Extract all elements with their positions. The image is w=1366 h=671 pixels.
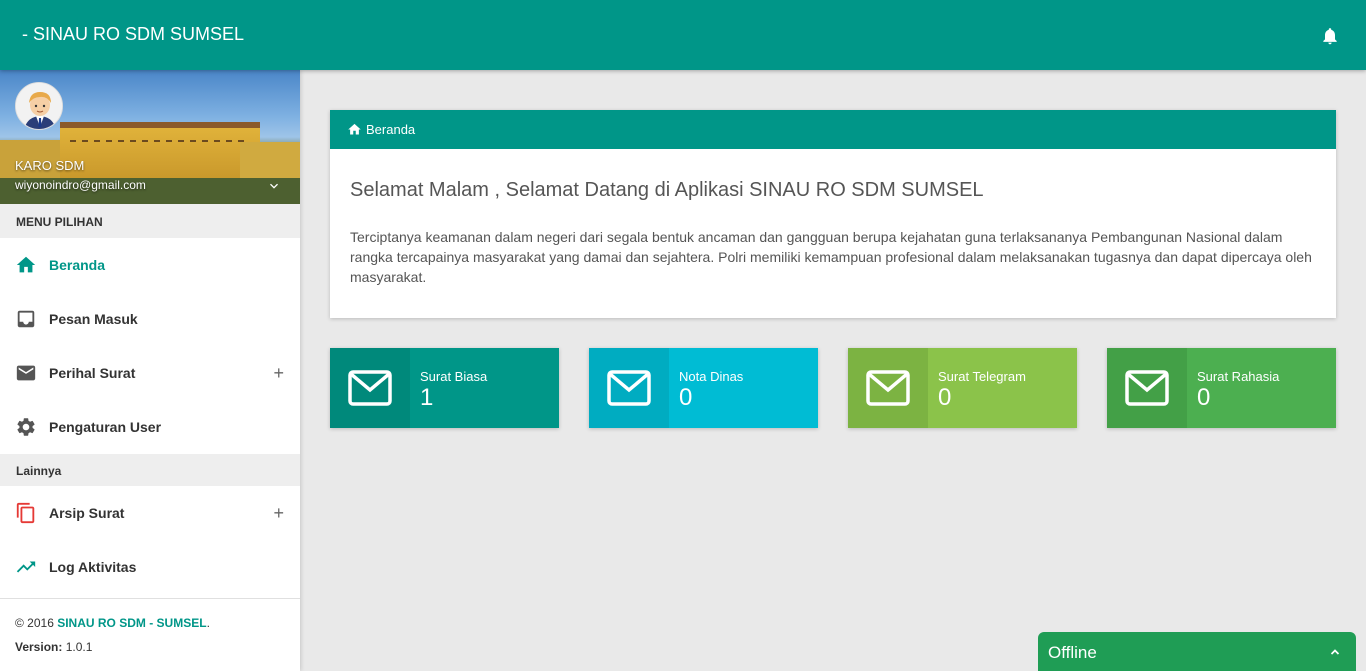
sidebar-item-label: Pesan Masuk [49,311,138,327]
version: Version: 1.0.1 [15,640,285,654]
version-value: 1.0.1 [62,640,93,654]
user-info-panel: KARO SDM wiyonoindro@gmail.com [0,70,300,204]
info-box-label: Nota Dinas [679,369,744,384]
home-icon [15,254,37,276]
user-email: wiyonoindro@gmail.com [15,178,146,192]
home-icon [348,123,361,135]
info-box-count: 0 [1197,384,1211,411]
sidebar-item-beranda[interactable]: Beranda [0,238,300,292]
sidebar-item-arsip-surat[interactable]: Arsip Surat + [0,486,300,540]
chevron-down-icon[interactable] [266,178,282,194]
info-box-count: 1 [420,384,434,411]
copyright: © 2016 SINAU RO SDM - SUMSEL. [15,616,285,630]
mail-icon [1107,348,1187,428]
background-building [60,122,260,184]
welcome-card: Beranda Selamat Malam , Selamat Datang d… [330,110,1336,318]
info-box-surat-rahasia[interactable]: Surat Rahasia 0 [1107,348,1336,428]
info-box-count: 0 [938,384,952,411]
app-title[interactable]: - SINAU RO SDM SUMSEL [22,24,244,45]
info-box-label: Surat Telegram [938,369,1026,384]
avatar[interactable] [15,82,63,130]
sidebar-item-pesan-masuk[interactable]: Pesan Masuk [0,292,300,346]
sidebar-item-label: Arsip Surat [49,505,125,521]
version-label: Version: [15,640,63,654]
user-name: KARO SDM [15,158,85,173]
footer-brand-link[interactable]: SINAU RO SDM - SUMSEL [57,616,206,630]
mail-icon [589,348,669,428]
breadcrumb: Beranda [366,122,416,137]
sidebar-item-label: Log Aktivitas [49,559,137,575]
description-text: Terciptanya keamanan dalam negeri dari s… [350,229,1312,285]
info-box-nota-dinas[interactable]: Nota Dinas 0 [589,348,818,428]
mail-icon [15,362,37,384]
sidebar-item-log-aktivitas[interactable]: Log Aktivitas [0,540,300,594]
info-box-count: 0 [679,384,693,411]
menu-section-header: Lainnya [0,454,300,486]
info-box-surat-telegram[interactable]: Surat Telegram 0 [848,348,1077,428]
gear-icon [15,416,37,438]
chat-status: Offline [1048,643,1097,662]
trending-icon [15,556,37,578]
expand-plus-icon[interactable]: + [273,503,284,524]
copy-icon [15,502,37,524]
sidebar-item-perihal-surat[interactable]: Perihal Surat + [0,346,300,400]
top-navbar: - SINAU RO SDM SUMSEL [0,0,1366,70]
info-box-surat-biasa[interactable]: Surat Biasa 1 [330,348,559,428]
copyright-suffix: . [206,616,210,630]
chevron-up-icon[interactable] [1328,646,1342,658]
info-box-label: Surat Rahasia [1197,369,1280,384]
sidebar-item-pengaturan-user[interactable]: Pengaturan User [0,400,300,454]
page-title: Selamat Malam , Selamat Datang di Aplika… [350,179,984,201]
card-body: Selamat Malam , Selamat Datang di Aplika… [330,149,1336,317]
info-box-label: Surat Biasa [420,369,488,384]
copyright-prefix: © 2016 [15,616,58,630]
chat-widget-offline[interactable]: Offline [1038,632,1356,671]
sidebar-footer: © 2016 SINAU RO SDM - SUMSEL. Version: 1… [0,598,300,671]
card-header: Beranda [330,110,1336,149]
user-avatar-icon [16,83,62,129]
bell-icon[interactable] [1320,26,1340,46]
sidebar-item-label: Perihal Surat [49,365,136,381]
inbox-icon [15,308,37,330]
menu-header: MENU PILIHAN [0,204,300,238]
sidebar-item-label: Pengaturan User [49,419,162,435]
mail-icon [848,348,928,428]
sidebar: KARO SDM wiyonoindro@gmail.com MENU PILI… [0,70,300,671]
expand-plus-icon[interactable]: + [273,363,284,384]
sidebar-item-label: Beranda [49,257,106,273]
mail-icon [330,348,410,428]
